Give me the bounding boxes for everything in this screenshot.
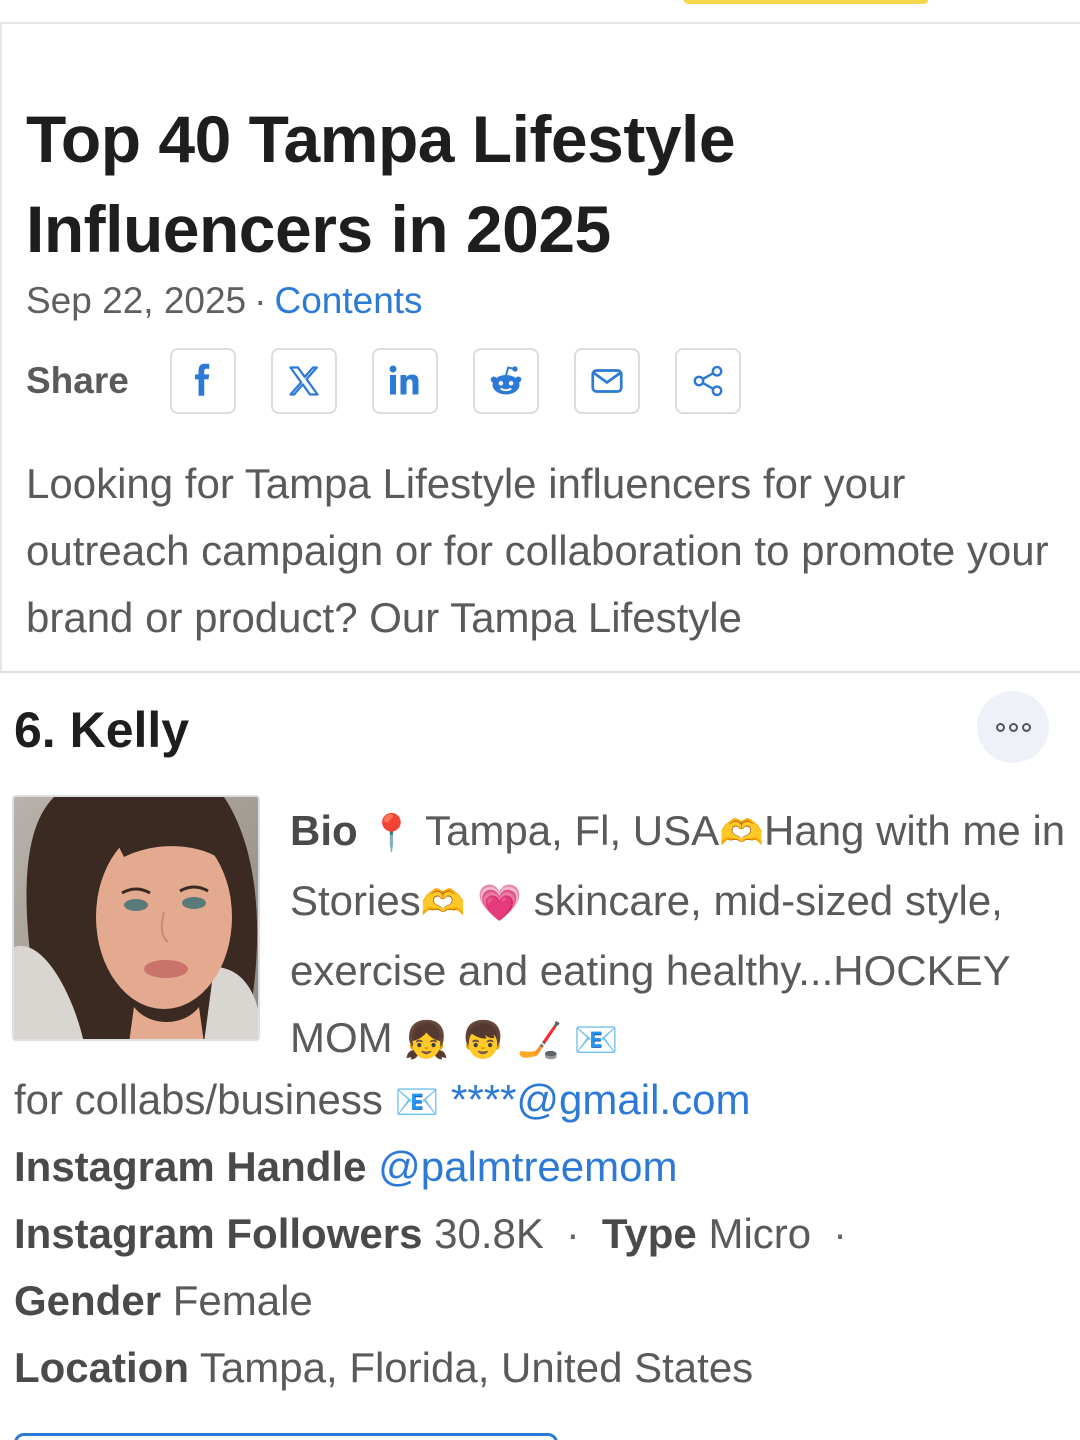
type-label: Type: [601, 1210, 697, 1257]
followers-label: Instagram Followers: [14, 1210, 423, 1257]
more-dot: [1021, 722, 1031, 732]
heart-hands-icon: 🫶: [420, 883, 466, 924]
linkedin-icon: [389, 365, 419, 395]
type-value: Micro: [708, 1210, 812, 1257]
envelope-icon: 📧: [394, 1082, 440, 1123]
share-bar: Share: [26, 348, 776, 414]
followers-value: 30.8K: [434, 1210, 544, 1257]
bio-label: Bio: [290, 807, 358, 854]
influencer-title: 6. Kelly: [14, 702, 190, 758]
hockey-stick-icon: 🏒: [517, 1020, 563, 1061]
pink-heart-icon: 💗: [477, 883, 523, 924]
handle-label: Instagram Handle: [14, 1143, 367, 1190]
envelope-icon: 📧: [573, 1020, 619, 1061]
boy-icon: 👦: [460, 1020, 506, 1061]
avatar-image: [14, 797, 258, 1039]
share-email-button[interactable]: [574, 348, 640, 414]
gender-row: Gender Female: [14, 1267, 1074, 1334]
bio-collabs: for collabs/business: [14, 1076, 383, 1123]
bio-location: Tampa, Fl, USA: [425, 807, 720, 854]
location-value: Tampa, Florida, United States: [199, 1344, 754, 1391]
top-cta-button-edge[interactable]: [683, 0, 929, 4]
share-icon: [693, 365, 723, 397]
article-meta: Sep 22, 2025 · Contents: [26, 280, 423, 322]
email-link[interactable]: ****@gmail.com: [451, 1076, 750, 1123]
girl-icon: 👧: [404, 1020, 450, 1061]
more-dot: [995, 722, 1005, 732]
share-x-button[interactable]: [271, 348, 337, 414]
facebook-icon: [194, 363, 210, 396]
page-title: Top 40 Tampa Lifestyle Influencers in 20…: [26, 102, 736, 266]
influencer-bio: Bio 📍 Tampa, Fl, USA🫶Hang with me in Sto…: [290, 797, 1070, 1074]
heart-hands-icon: 🫶: [719, 813, 764, 854]
gender-label: Gender: [14, 1277, 162, 1324]
influencer-card: 6. Kelly Bio 📍 Tampa, Fl, USA🫶Hang with …: [0, 673, 1080, 1440]
detail-separator: ·: [833, 1210, 848, 1257]
influencer-details: Instagram Handle @palmtreemom Instagram …: [14, 1133, 1074, 1401]
bio-contact: for collabs/business 📧 ****@gmail.com: [14, 1066, 1074, 1136]
share-facebook-button[interactable]: [170, 348, 236, 414]
location-row: Location Tampa, Florida, United States: [14, 1334, 1074, 1401]
influencer-avatar[interactable]: [12, 795, 260, 1041]
mail-icon: [591, 369, 623, 393]
more-options-button[interactable]: [977, 691, 1049, 763]
share-reddit-button[interactable]: [473, 348, 539, 414]
article-header: Top 40 Tampa Lifestyle Influencers in 20…: [0, 24, 1080, 672]
article-intro: Looking for Tampa Lifestyle influencers …: [26, 460, 1049, 641]
share-linkedin-button[interactable]: [372, 348, 438, 414]
gender-value: Female: [172, 1277, 313, 1324]
publish-date: Sep 22, 2025: [26, 280, 247, 321]
share-label: Share: [26, 360, 129, 401]
meta-separator: ·: [254, 280, 267, 321]
pin-icon: 📍: [369, 813, 415, 854]
reddit-icon: [490, 366, 522, 395]
share-more-button[interactable]: [675, 348, 741, 414]
instagram-handle-link[interactable]: @palmtreemom: [378, 1143, 677, 1190]
location-label: Location: [14, 1344, 189, 1391]
contents-link[interactable]: Contents: [274, 280, 422, 321]
view-profile-button-edge[interactable]: [14, 1433, 558, 1440]
x-icon: [289, 366, 319, 396]
more-dot: [1008, 722, 1018, 732]
handle-row: Instagram Handle @palmtreemom: [14, 1133, 1074, 1200]
top-strip: [0, 0, 1080, 24]
detail-separator: ·: [565, 1210, 580, 1257]
followers-row: Instagram Followers 30.8K · Type Micro ·: [14, 1200, 1074, 1267]
